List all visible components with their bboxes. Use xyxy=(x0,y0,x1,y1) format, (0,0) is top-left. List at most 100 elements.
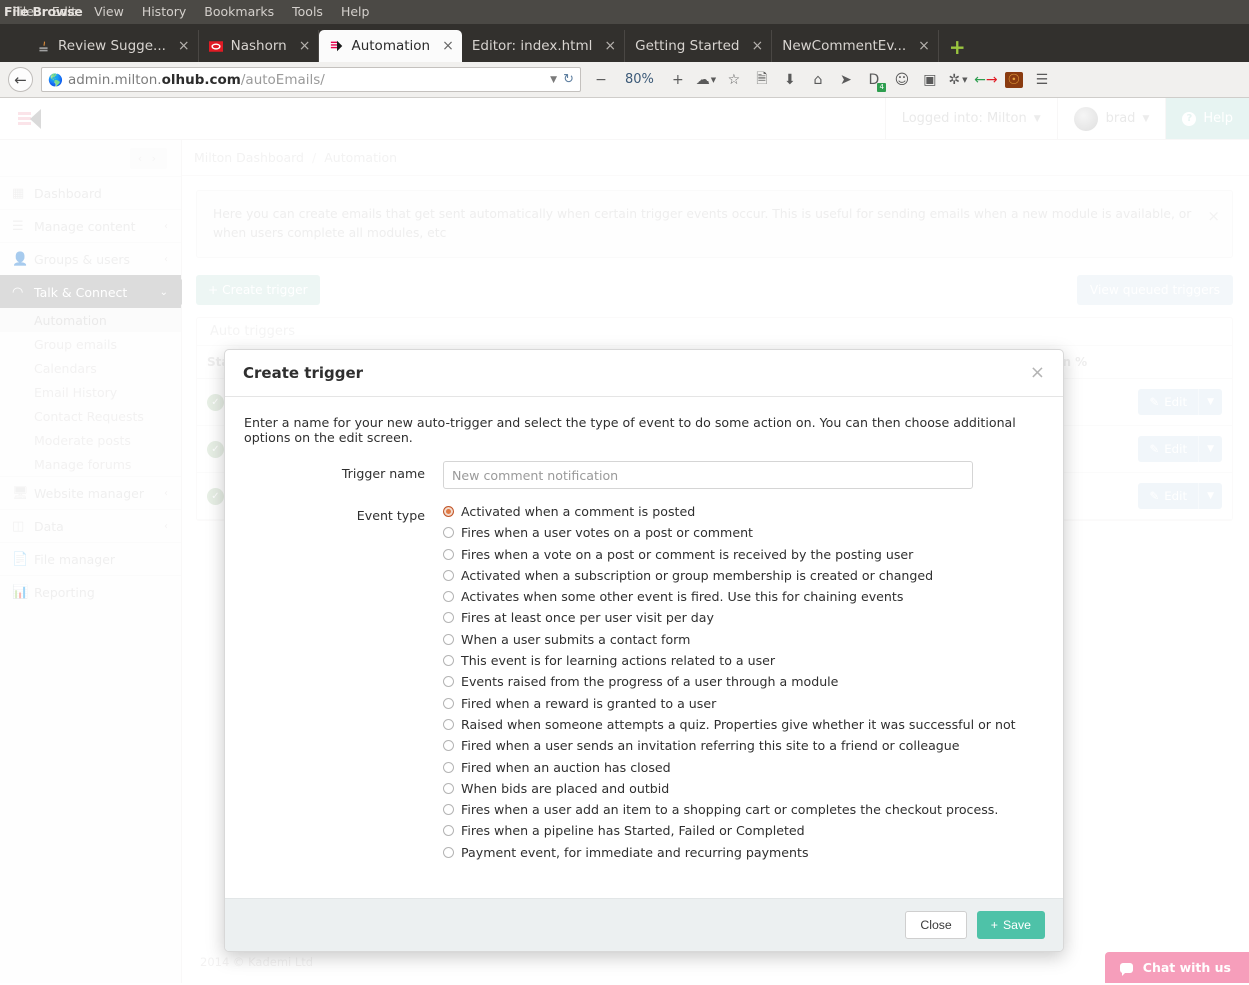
close-icon[interactable]: × xyxy=(918,39,930,53)
radio-option-quiz-attempt[interactable]: Raised when someone attempts a quiz. Pro… xyxy=(443,717,1045,732)
event-type-radio-list: Activated when a comment is posted Fires… xyxy=(443,503,1045,866)
modal-footer: Close + Save xyxy=(225,898,1063,952)
bookmark-star-icon[interactable]: ☆ xyxy=(720,66,748,94)
close-icon[interactable]: × xyxy=(604,39,616,53)
radio-label: Activated when a comment is posted xyxy=(461,504,696,519)
weather-icon[interactable]: ☁ ▼ xyxy=(692,66,720,94)
modal-close-button[interactable]: Close xyxy=(905,911,967,940)
radio-icon xyxy=(443,548,454,560)
zoom-out-icon[interactable]: − xyxy=(587,66,615,94)
event-type-row: Event type Activated when a comment is p… xyxy=(243,503,1045,866)
chevron-down-icon[interactable]: ▼ xyxy=(550,75,557,85)
zoom-level-label[interactable]: 80% xyxy=(615,72,664,87)
radio-label: Fires when a user votes on a post or com… xyxy=(461,525,753,541)
home-icon[interactable]: ⌂ xyxy=(804,66,832,94)
browser-tab-editor-index[interactable]: Editor: index.html × xyxy=(462,30,626,62)
browser-tab-nashorn[interactable]: Nashorn × xyxy=(199,30,320,62)
radio-icon xyxy=(443,825,454,837)
radio-option-invitation-sent[interactable]: Fired when a user sends an invitation re… xyxy=(443,738,1045,753)
radio-icon xyxy=(443,718,454,730)
tab-label: NewCommentEv... xyxy=(782,38,907,54)
radio-label: Payment event, for immediate and recurri… xyxy=(461,844,809,860)
close-icon[interactable]: × xyxy=(751,39,763,53)
url-subdomain: admin.milton. xyxy=(67,71,162,88)
modal-save-button[interactable]: + Save xyxy=(976,911,1045,940)
radio-option-module-progress[interactable]: Events raised from the progress of a use… xyxy=(443,674,1045,689)
send-icon[interactable]: ➤ xyxy=(832,66,860,94)
menu-tools[interactable]: Tools xyxy=(283,0,332,24)
close-icon[interactable]: × xyxy=(1030,364,1045,382)
chat-smiley-icon[interactable]: ☺ xyxy=(888,66,916,94)
radio-label: Fired when an auction has closed xyxy=(461,759,671,775)
trigger-name-input[interactable] xyxy=(443,461,973,489)
tab-label: Automation xyxy=(351,38,431,54)
noscript-icon[interactable]: D4 xyxy=(860,66,888,94)
radio-option-vote-received[interactable]: Fires when a vote on a post or comment i… xyxy=(443,547,1045,562)
radio-option-subscription-change[interactable]: Activated when a subscription or group m… xyxy=(443,568,1045,583)
kademi-icon xyxy=(329,39,344,54)
radio-label: Fires when a pipeline has Started, Faile… xyxy=(461,823,805,839)
radio-icon xyxy=(443,633,454,645)
radio-icon xyxy=(443,569,454,581)
menu-history[interactable]: History xyxy=(133,0,195,24)
screenshot-icon[interactable]: ▣ xyxy=(916,66,944,94)
radio-option-user-votes[interactable]: Fires when a user votes on a post or com… xyxy=(443,525,1045,540)
browser-nav-bar: ← 🌎 admin.milton.olhub.com/autoEmails/ ▼… xyxy=(0,62,1249,98)
close-icon[interactable]: × xyxy=(299,39,311,53)
radio-option-comment-posted[interactable]: Activated when a comment is posted xyxy=(443,504,1045,519)
download-icon[interactable]: ⬇ xyxy=(776,66,804,94)
browser-tab-newcommentevent[interactable]: NewCommentEv... × xyxy=(772,30,939,62)
addon-icon[interactable]: ☉ xyxy=(1000,66,1028,94)
radio-icon xyxy=(443,804,454,816)
browser-tab-bar: Review Sugge... × Nashorn × Automation ×… xyxy=(0,24,1249,62)
tab-label: Editor: index.html xyxy=(471,38,593,54)
hamburger-menu-icon[interactable]: ☰ xyxy=(1028,66,1056,94)
radio-label: When a user submits a contact form xyxy=(461,631,691,647)
browser-tab-automation[interactable]: Automation × xyxy=(319,30,462,62)
radio-option-event-chaining[interactable]: Activates when some other event is fired… xyxy=(443,589,1045,604)
radio-icon xyxy=(443,761,454,773)
radio-icon xyxy=(443,527,454,539)
address-bar[interactable]: 🌎 admin.milton.olhub.com/autoEmails/ ▼ ↻ xyxy=(41,67,581,92)
radio-icon xyxy=(443,740,454,752)
radio-option-user-visit[interactable]: Fires at least once per user visit per d… xyxy=(443,610,1045,625)
zoom-in-icon[interactable]: + xyxy=(664,66,692,94)
radio-icon xyxy=(443,846,454,858)
radio-label: Activates when some other event is fired… xyxy=(461,589,904,605)
close-icon[interactable]: × xyxy=(178,39,190,53)
privacy-icon[interactable]: ✲ ▼ xyxy=(944,66,972,94)
sync-arrows-icon[interactable]: ← → xyxy=(972,66,1000,94)
browser-tab-review-suggestions[interactable]: Review Sugge... × xyxy=(26,30,199,62)
browser-toolbar-icons: − 80% + ☁ ▼ ☆ 🗎 ⬇ ⌂ ➤ D4 ☺ ▣ ✲ ▼ ← → ☉ ☰ xyxy=(587,66,1056,94)
radio-icon xyxy=(443,655,454,667)
radio-option-pipeline-status[interactable]: Fires when a pipeline has Started, Faile… xyxy=(443,823,1045,838)
menu-view[interactable]: View xyxy=(85,0,133,24)
radio-icon xyxy=(443,782,454,794)
radio-option-shopping-cart[interactable]: Fires when a user add an item to a shopp… xyxy=(443,802,1045,817)
back-arrow-icon[interactable]: ← xyxy=(8,67,33,92)
url-path: /autoEmails/ xyxy=(240,71,325,88)
radio-option-learning-actions[interactable]: This event is for learning actions relat… xyxy=(443,653,1045,668)
browser-menu-bar: File Edit View History Bookmarks Tools H… xyxy=(0,0,1249,24)
trigger-name-label: Trigger name xyxy=(341,466,425,481)
radio-option-reward-granted[interactable]: Fired when a reward is granted to a user xyxy=(443,696,1045,711)
reader-mode-icon[interactable]: 🗎 xyxy=(748,66,776,94)
globe-icon: 🌎 xyxy=(48,72,63,87)
menu-bookmarks[interactable]: Bookmarks xyxy=(195,0,283,24)
radio-label: This event is for learning actions relat… xyxy=(461,653,776,669)
close-icon[interactable]: × xyxy=(442,39,454,53)
create-trigger-modal: Create trigger × Enter a name for your n… xyxy=(224,349,1064,953)
new-tab-button[interactable]: + xyxy=(939,32,976,62)
radio-label: Activated when a subscription or group m… xyxy=(461,567,934,583)
menu-help[interactable]: Help xyxy=(332,0,379,24)
radio-option-auction-closed[interactable]: Fired when an auction has closed xyxy=(443,760,1045,775)
radio-option-contact-form[interactable]: When a user submits a contact form xyxy=(443,632,1045,647)
radio-icon xyxy=(443,506,454,517)
modal-body: Enter a name for your new auto-trigger a… xyxy=(225,397,1063,898)
reload-icon[interactable]: ↻ xyxy=(563,72,574,87)
radio-option-payment-event[interactable]: Payment event, for immediate and recurri… xyxy=(443,845,1045,860)
java-icon xyxy=(36,39,51,54)
modal-intro-text: Enter a name for your new auto-trigger a… xyxy=(244,415,1016,445)
browser-tab-getting-started[interactable]: Getting Started × xyxy=(625,30,773,62)
radio-option-bids-outbid[interactable]: When bids are placed and outbid xyxy=(443,781,1045,796)
